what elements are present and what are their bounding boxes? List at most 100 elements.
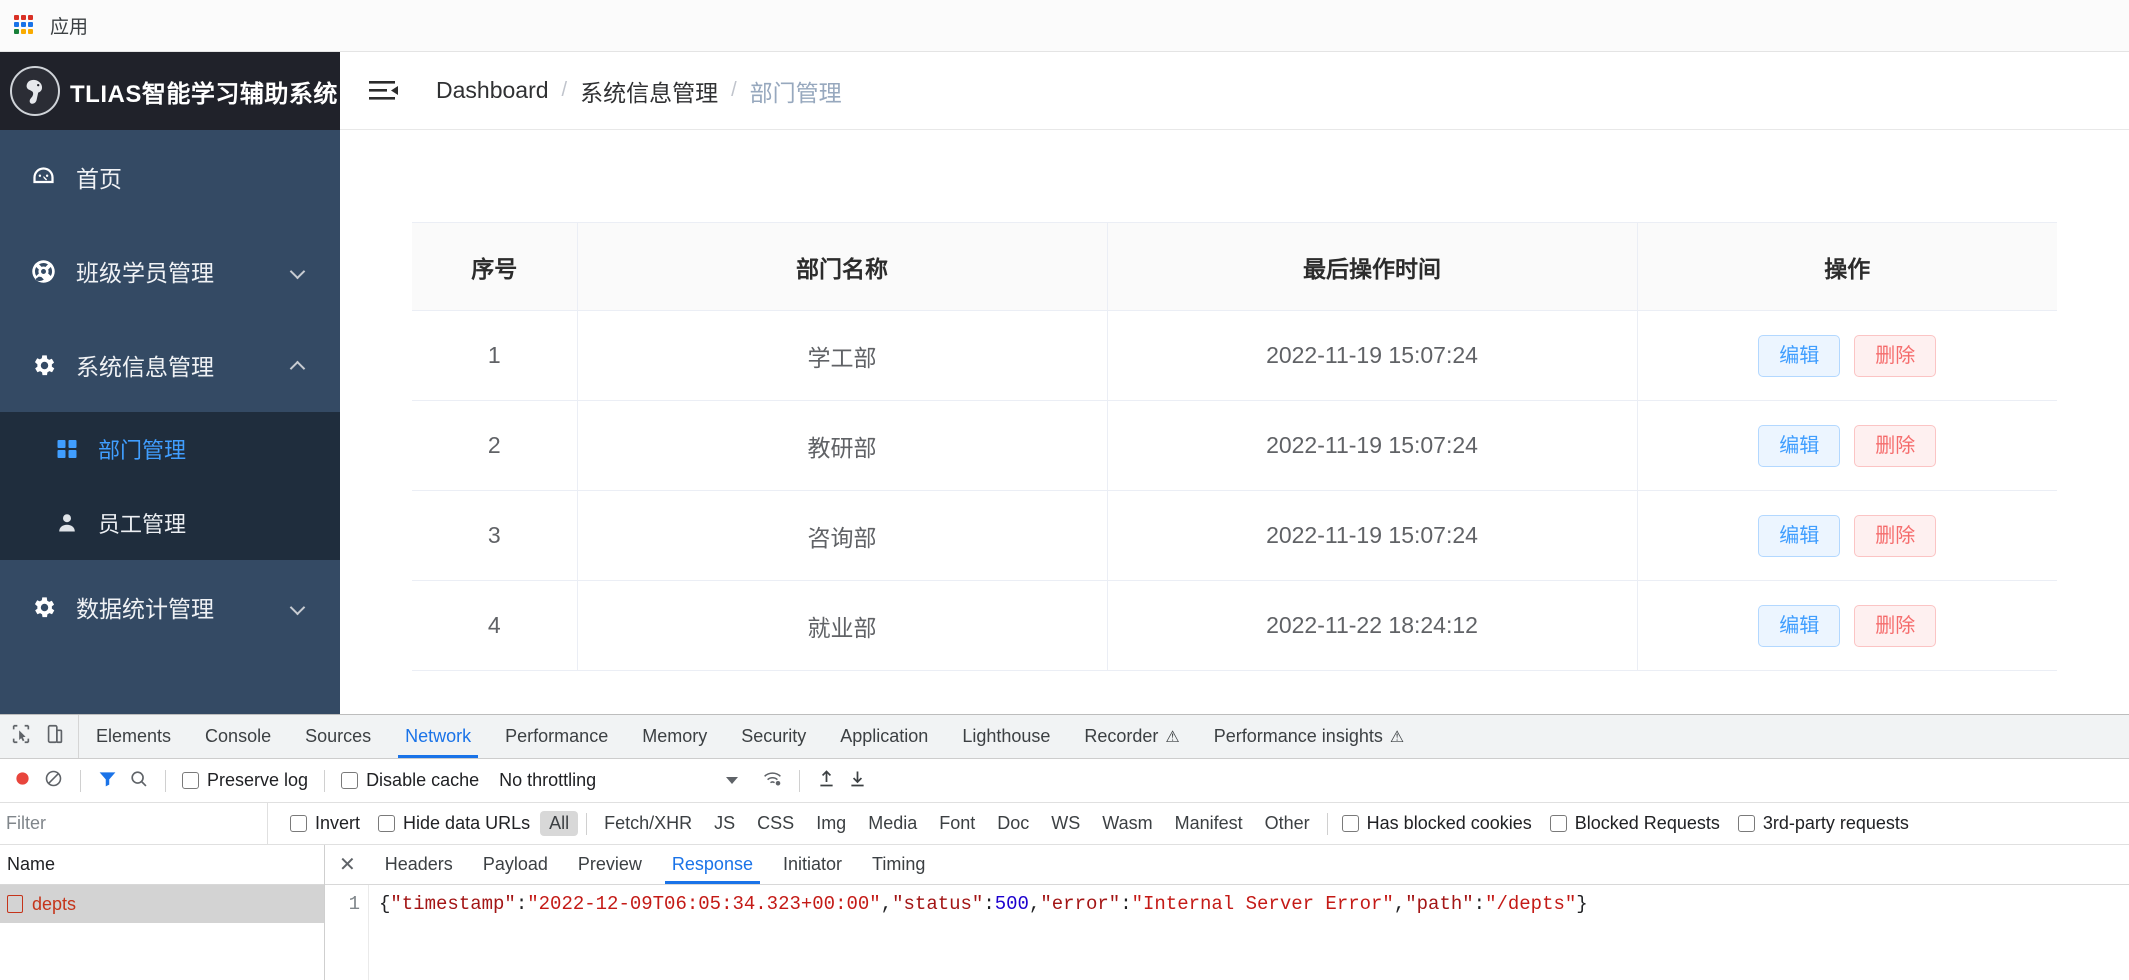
sidebar-item-home[interactable]: 首页 bbox=[0, 130, 340, 224]
sidebar-item-label: 员工管理 bbox=[98, 512, 187, 537]
filter-type-doc[interactable]: Doc bbox=[988, 811, 1038, 836]
search-icon[interactable] bbox=[128, 768, 149, 794]
breadcrumb-item-dashboard[interactable]: Dashboard bbox=[436, 77, 549, 104]
request-detail-pane: ✕ Headers Payload Preview Response Initiator… bbox=[325, 845, 2129, 980]
cell-last-modified: 2022-11-19 15:07:24 bbox=[1107, 310, 1638, 401]
filter-type-manifest[interactable]: Manifest bbox=[1166, 811, 1252, 836]
detail-tab-initiator[interactable]: Initiator bbox=[768, 845, 857, 884]
record-stop-icon[interactable] bbox=[12, 768, 33, 794]
sidebar-item-class-student[interactable]: 班级学员管理 bbox=[0, 224, 340, 318]
table-row: 4 就业部 2022-11-22 18:24:12 编辑 删除 bbox=[412, 580, 2057, 671]
export-har-icon[interactable] bbox=[847, 768, 868, 794]
network-conditions-icon[interactable] bbox=[762, 768, 783, 794]
list-item[interactable]: depts bbox=[0, 885, 324, 923]
filter-type-media[interactable]: Media bbox=[859, 811, 926, 836]
sidebar-item-system-info[interactable]: 系统信息管理 bbox=[0, 318, 340, 412]
delete-button[interactable]: 删除 bbox=[1854, 334, 1937, 377]
devtools-tab-network[interactable]: Network bbox=[388, 715, 488, 758]
sidebar-submenu-system-info: 部门管理 员工管理 bbox=[0, 412, 340, 560]
sidebar-item-label: 系统信息管理 bbox=[76, 354, 214, 380]
throttling-value: No throttling bbox=[499, 770, 597, 790]
filter-type-ws[interactable]: WS bbox=[1042, 811, 1089, 836]
filter-type-font[interactable]: Font bbox=[930, 811, 984, 836]
chevron-down-icon bbox=[726, 777, 739, 784]
sidebar-item-data-statistics[interactable]: 数据统计管理 bbox=[0, 560, 340, 654]
filter-type-all[interactable]: All bbox=[540, 811, 579, 836]
filter-icon[interactable] bbox=[97, 768, 118, 794]
hamburger-collapse-icon[interactable] bbox=[368, 76, 402, 106]
devtools-tab-recorder[interactable]: Recorder ⚠ bbox=[1067, 715, 1196, 758]
filter-type-js[interactable]: JS bbox=[705, 811, 744, 836]
cell-actions: 编辑 删除 bbox=[1637, 400, 2057, 491]
delete-button[interactable]: 删除 bbox=[1854, 424, 1937, 467]
table-row: 1 学工部 2022-11-19 15:07:24 编辑 删除 bbox=[412, 310, 2057, 401]
detail-tab-timing[interactable]: Timing bbox=[857, 845, 940, 884]
device-toolbar-icon[interactable] bbox=[44, 723, 66, 750]
devtools-tab-elements[interactable]: Elements bbox=[79, 715, 188, 758]
edit-button[interactable]: 编辑 bbox=[1758, 424, 1841, 467]
filter-type-other[interactable]: Other bbox=[1256, 811, 1319, 836]
edit-button[interactable]: 编辑 bbox=[1758, 604, 1841, 647]
sidebar: TLIAS智能学习辅助系统 首页 班级学员管理 系统信息管理 部门管理 员工管理… bbox=[0, 52, 340, 714]
preserve-log-checkbox[interactable]: Preserve log bbox=[182, 770, 308, 791]
detail-tab-headers[interactable]: Headers bbox=[370, 845, 468, 884]
main-content: Dashboard / 系统信息管理 / 部门管理 序号 部门名称 最后操作时间… bbox=[340, 52, 2129, 714]
delete-button[interactable]: 删除 bbox=[1854, 514, 1937, 557]
table-row: 2 教研部 2022-11-19 15:07:24 编辑 删除 bbox=[412, 400, 2057, 491]
clear-icon[interactable] bbox=[43, 768, 64, 794]
filter-type-fetch-xhr[interactable]: Fetch/XHR bbox=[595, 811, 701, 836]
has-blocked-cookies-checkbox[interactable]: Has blocked cookies bbox=[1341, 813, 1532, 834]
third-party-requests-checkbox[interactable]: 3rd-party requests bbox=[1737, 813, 1909, 834]
cell-dept-name: 学工部 bbox=[577, 310, 1108, 401]
edit-button[interactable]: 编辑 bbox=[1758, 514, 1841, 557]
devtools-tabbar: Elements Console Sources Network Performance… bbox=[0, 715, 2129, 759]
network-filter-bar: Filter Invert Hide data URLs All Fetch/XH… bbox=[0, 803, 2129, 845]
sidebar-item-label: 班级学员管理 bbox=[76, 260, 214, 286]
invert-checkbox[interactable]: Invert bbox=[290, 813, 360, 834]
devtools-tab-performance-insights[interactable]: Performance insights ⚠ bbox=[1197, 715, 1421, 758]
inspect-element-icon[interactable] bbox=[10, 723, 32, 750]
import-har-icon[interactable] bbox=[816, 768, 837, 794]
devtools-tab-console[interactable]: Console bbox=[188, 715, 288, 758]
disable-cache-label: Disable cache bbox=[366, 770, 480, 790]
filter-type-img[interactable]: Img bbox=[807, 811, 855, 836]
third-party-requests-label: 3rd-party requests bbox=[1762, 813, 1909, 833]
tab-label: Console bbox=[205, 726, 272, 746]
devtools-tab-application[interactable]: Application bbox=[823, 715, 945, 758]
edit-button[interactable]: 编辑 bbox=[1758, 334, 1841, 377]
devtools-tab-sources[interactable]: Sources bbox=[288, 715, 388, 758]
apps-grid-cell bbox=[21, 14, 26, 20]
sidebar-item-label: 首页 bbox=[76, 166, 122, 192]
delete-button[interactable]: 删除 bbox=[1854, 604, 1937, 647]
disable-cache-checkbox[interactable]: Disable cache bbox=[341, 770, 479, 791]
apps-grid-cell bbox=[14, 28, 19, 34]
browser-bookmark-bar: 应用 bbox=[0, 0, 2129, 52]
filter-type-css[interactable]: CSS bbox=[748, 811, 803, 836]
table-row: 3 咨询部 2022-11-19 15:07:24 编辑 删除 bbox=[412, 490, 2057, 581]
chevron-up-icon bbox=[292, 358, 306, 372]
horse-logo-icon bbox=[10, 66, 60, 116]
detail-tab-payload[interactable]: Payload bbox=[468, 845, 563, 884]
apps-label[interactable]: 应用 bbox=[50, 12, 88, 39]
breadcrumb-item-dept-management: 部门管理 bbox=[749, 79, 842, 106]
sidebar-item-dept-management[interactable]: 部门管理 bbox=[0, 412, 340, 486]
throttling-select[interactable]: No throttling bbox=[499, 770, 739, 791]
devtools-tab-performance[interactable]: Performance bbox=[488, 715, 625, 758]
devtools-tab-lighthouse[interactable]: Lighthouse bbox=[945, 715, 1067, 758]
devtools-tab-memory[interactable]: Memory bbox=[625, 715, 724, 758]
blocked-requests-label: Blocked Requests bbox=[1574, 813, 1720, 833]
sidebar-item-employee-management[interactable]: 员工管理 bbox=[0, 486, 340, 560]
devtools-tab-security[interactable]: Security bbox=[724, 715, 823, 758]
apps-grid-icon[interactable] bbox=[14, 14, 36, 37]
cell-dept-name: 咨询部 bbox=[577, 490, 1108, 581]
breadcrumb-item-system-info[interactable]: 系统信息管理 bbox=[580, 74, 718, 108]
detail-tab-response[interactable]: Response bbox=[657, 845, 768, 884]
user-icon bbox=[52, 511, 82, 535]
gear-icon bbox=[26, 352, 60, 379]
blocked-requests-checkbox[interactable]: Blocked Requests bbox=[1549, 813, 1720, 834]
hide-data-urls-checkbox[interactable]: Hide data URLs bbox=[378, 813, 530, 834]
filter-type-wasm[interactable]: Wasm bbox=[1093, 811, 1161, 836]
filter-input[interactable]: Filter bbox=[0, 803, 268, 844]
detail-tab-preview[interactable]: Preview bbox=[563, 845, 657, 884]
close-icon[interactable]: ✕ bbox=[325, 852, 370, 877]
